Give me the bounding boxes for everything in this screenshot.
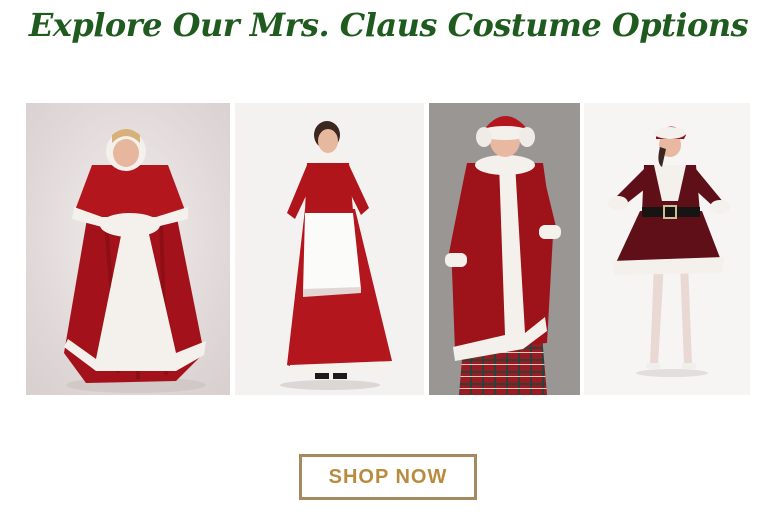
mrs-claus-caped-gown-photo: [26, 103, 230, 395]
costume-photo-velvet-coat[interactable]: [429, 103, 580, 395]
shop-now-button[interactable]: SHOP NOW: [299, 454, 477, 500]
costume-photo-caped-gown[interactable]: [26, 103, 230, 395]
mrs-claus-velvet-coat-photo: [429, 103, 580, 395]
costume-photo-apron-dress[interactable]: [235, 103, 424, 395]
mrs-claus-short-dress-photo: [584, 103, 750, 395]
costume-photo-short-dress[interactable]: [584, 103, 750, 395]
mrs-claus-apron-dress-photo: [235, 103, 424, 395]
costume-options-section: Explore Our Mrs. Claus Costume Options S…: [0, 0, 777, 519]
section-heading: Explore Our Mrs. Claus Costume Options: [28, 6, 749, 44]
